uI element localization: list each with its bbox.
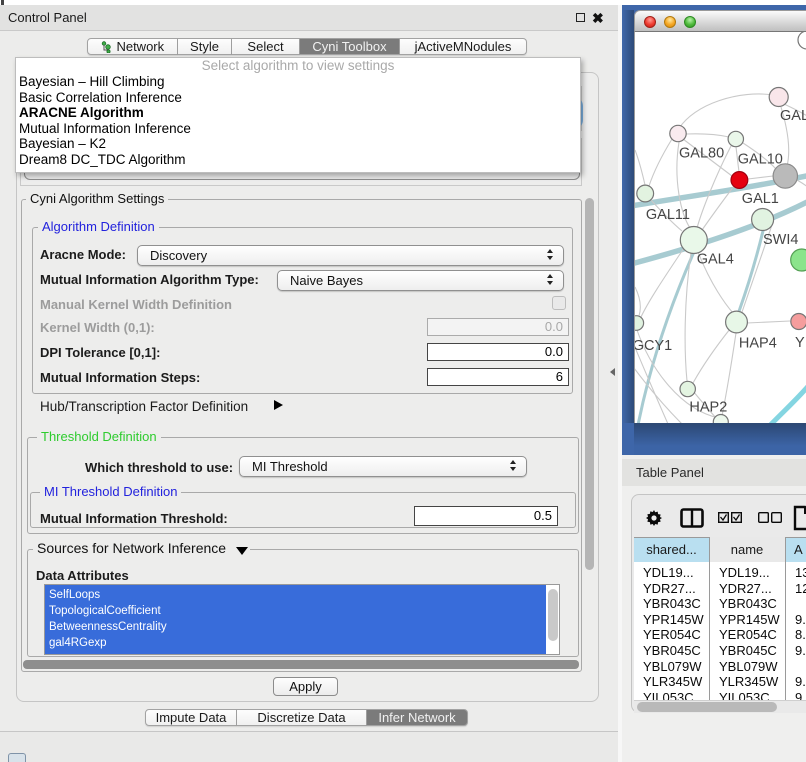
svg-text:GAL80: GAL80 bbox=[679, 146, 724, 162]
svg-text:HAP4: HAP4 bbox=[739, 336, 777, 352]
svg-text:GAL7: GAL7 bbox=[780, 108, 806, 124]
svg-text:GAL1: GAL1 bbox=[742, 191, 779, 207]
svg-text:GAL10: GAL10 bbox=[738, 152, 783, 168]
svg-text:Y: Y bbox=[795, 335, 805, 351]
svg-text:GAL11: GAL11 bbox=[646, 207, 690, 223]
svg-text:GCY1: GCY1 bbox=[635, 338, 672, 354]
svg-text:HAP2: HAP2 bbox=[689, 400, 727, 416]
svg-text:GAL4: GAL4 bbox=[697, 252, 734, 268]
svg-text:SWI4: SWI4 bbox=[763, 232, 798, 248]
